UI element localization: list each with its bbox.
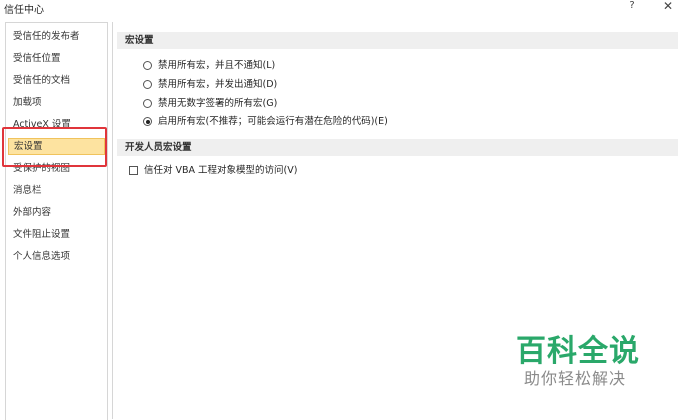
sidebar-item-external-content[interactable]: 外部内容: [8, 204, 105, 221]
radio-label: 禁用所有宏，并且不通知(L): [158, 60, 276, 71]
watermark-subtitle: 助你轻松解决: [524, 369, 627, 388]
radio-label: 禁用所有宏，并发出通知(D): [158, 79, 278, 90]
radio-label: 启用所有宏(不推荐；可能会运行有潜在危险的代码)(E): [158, 116, 388, 127]
sidebar-item-message-bar[interactable]: 消息栏: [8, 182, 105, 199]
sidebar-item-trusted-publishers[interactable]: 受信任的发布者: [8, 28, 105, 45]
close-button[interactable]: ✕: [660, 0, 676, 14]
sidebar: 受信任的发布者 受信任位置 受信任的文档 加载项 ActiveX 设置 宏设置 …: [5, 22, 108, 420]
radio-button[interactable]: [143, 80, 152, 89]
radio-button-checked[interactable]: [143, 117, 152, 126]
radio-label: 禁用无数字签署的所有宏(G): [158, 98, 278, 109]
title-bar: 信任中心 ? ✕: [0, 0, 692, 16]
developer-macro-header: 开发人员宏设置: [117, 139, 678, 156]
radio-button[interactable]: [143, 61, 152, 70]
sidebar-item-privacy-options[interactable]: 个人信息选项: [8, 248, 105, 265]
checkbox-label: 信任对 VBA 工程对象模型的访问(V): [144, 165, 298, 176]
sidebar-item-trusted-locations[interactable]: 受信任位置: [8, 50, 105, 67]
sidebar-item-trusted-documents[interactable]: 受信任的文档: [8, 72, 105, 89]
selection-highlight-box: [2, 127, 107, 167]
sidebar-item-file-block-settings[interactable]: 文件阻止设置: [8, 226, 105, 243]
macro-settings-header: 宏设置: [117, 32, 678, 49]
sidebar-item-add-ins[interactable]: 加载项: [8, 94, 105, 111]
window-title: 信任中心: [4, 5, 44, 16]
radio-button[interactable]: [143, 99, 152, 108]
checkbox[interactable]: [129, 166, 138, 175]
watermark-title: 百科全说: [516, 334, 640, 369]
help-button[interactable]: ?: [626, 0, 638, 14]
